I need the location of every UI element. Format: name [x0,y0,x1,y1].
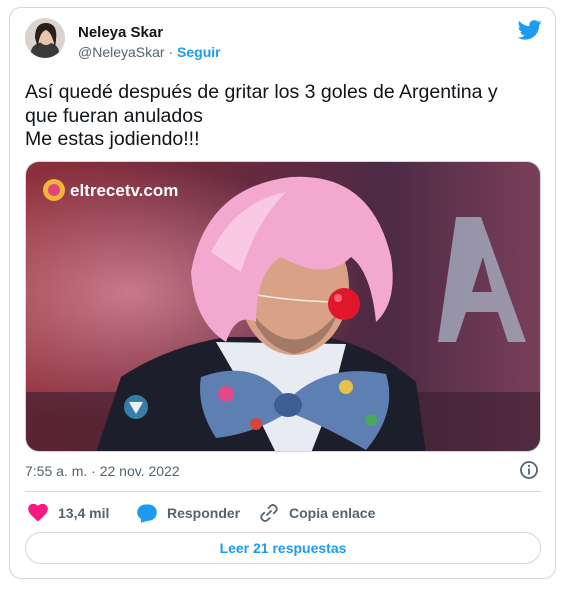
read-replies-button[interactable]: Leer 21 respuestas [25,532,541,564]
follow-button[interactable]: Seguir [177,44,221,60]
author-name[interactable]: Neleya Skar [78,24,163,41]
tweet-text-line: Me estas jodiendo!!! [25,128,200,150]
reply-bubble-icon [137,504,157,523]
watermark-logo-icon [43,179,65,201]
copy-link-label: Copia enlace [289,505,376,521]
author-handle-row: @NeleyaSkar · Seguir [78,44,221,60]
reply-button[interactable]: Responder [137,503,240,523]
info-icon[interactable] [519,460,539,480]
copy-link-button[interactable]: Copia enlace [259,503,375,523]
divider [25,491,541,492]
handle-separator: · [168,44,174,60]
heart-icon [28,504,48,522]
tweet-media-image[interactable]: eltrecetv.com [25,161,541,452]
tweet-text-line: que fueran anulados [25,104,203,127]
author-handle[interactable]: @NeleyaSkar [78,44,165,60]
channel-bug-icon [124,395,148,419]
avatar[interactable] [25,18,65,58]
link-icon [260,504,278,522]
watermark-text: eltrecetv.com [70,181,178,200]
like-count: 13,4 mil [58,505,110,521]
reply-label: Responder [167,505,241,521]
twitter-bird-icon[interactable] [518,20,542,40]
tweet-timestamp[interactable]: 7:55 a. m. · 22 nov. 2022 [25,463,180,479]
tweet-text-line: Así quedé después de gritar los 3 goles … [25,81,498,103]
tweet-text: Así quedé después de gritar los 3 goles … [25,81,535,152]
like-button[interactable]: 13,4 mil [28,503,109,523]
